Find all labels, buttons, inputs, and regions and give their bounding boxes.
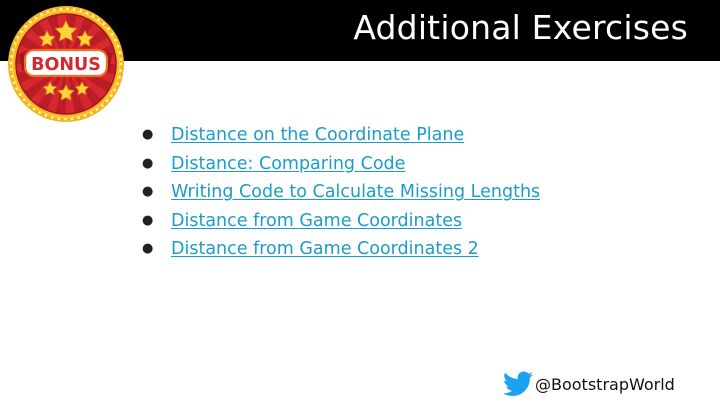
exercise-list: ● Distance on the Coordinate Plane ● Dis… — [140, 121, 540, 264]
list-item: ● Writing Code to Calculate Missing Leng… — [140, 178, 540, 207]
exercise-link-2[interactable]: Distance: Comparing Code — [171, 154, 405, 174]
list-item: ● Distance from Game Coordinates — [140, 207, 540, 236]
exercise-link-4[interactable]: Distance from Game Coordinates — [171, 211, 462, 231]
exercise-link-3[interactable]: Writing Code to Calculate Missing Length… — [171, 182, 540, 202]
bullet-icon: ● — [142, 184, 154, 199]
bullet-icon: ● — [142, 127, 154, 142]
bullet-icon: ● — [142, 241, 154, 256]
badge-text: BONUS — [31, 55, 101, 75]
list-item: ● Distance: Comparing Code — [140, 150, 540, 179]
twitter-handle: @BootstrapWorld — [503, 369, 675, 399]
slide-title: Additional Exercises — [353, 8, 688, 47]
handle-text: @BootstrapWorld — [535, 374, 675, 394]
bullet-icon: ● — [142, 212, 154, 228]
list-item: ● Distance from Game Coordinates 2 — [140, 235, 540, 264]
list-item: ● Distance on the Coordinate Plane — [140, 121, 540, 150]
exercise-link-1[interactable]: Distance on the Coordinate Plane — [171, 125, 464, 145]
exercise-link-5[interactable]: Distance from Game Coordinates 2 — [171, 239, 479, 259]
bonus-badge-icon: BONUS — [8, 6, 124, 122]
twitter-bird-icon — [503, 371, 533, 396]
slide: Additional Exercises BONUS ● Distance on… — [0, 0, 720, 405]
bullet-icon: ● — [142, 155, 154, 171]
